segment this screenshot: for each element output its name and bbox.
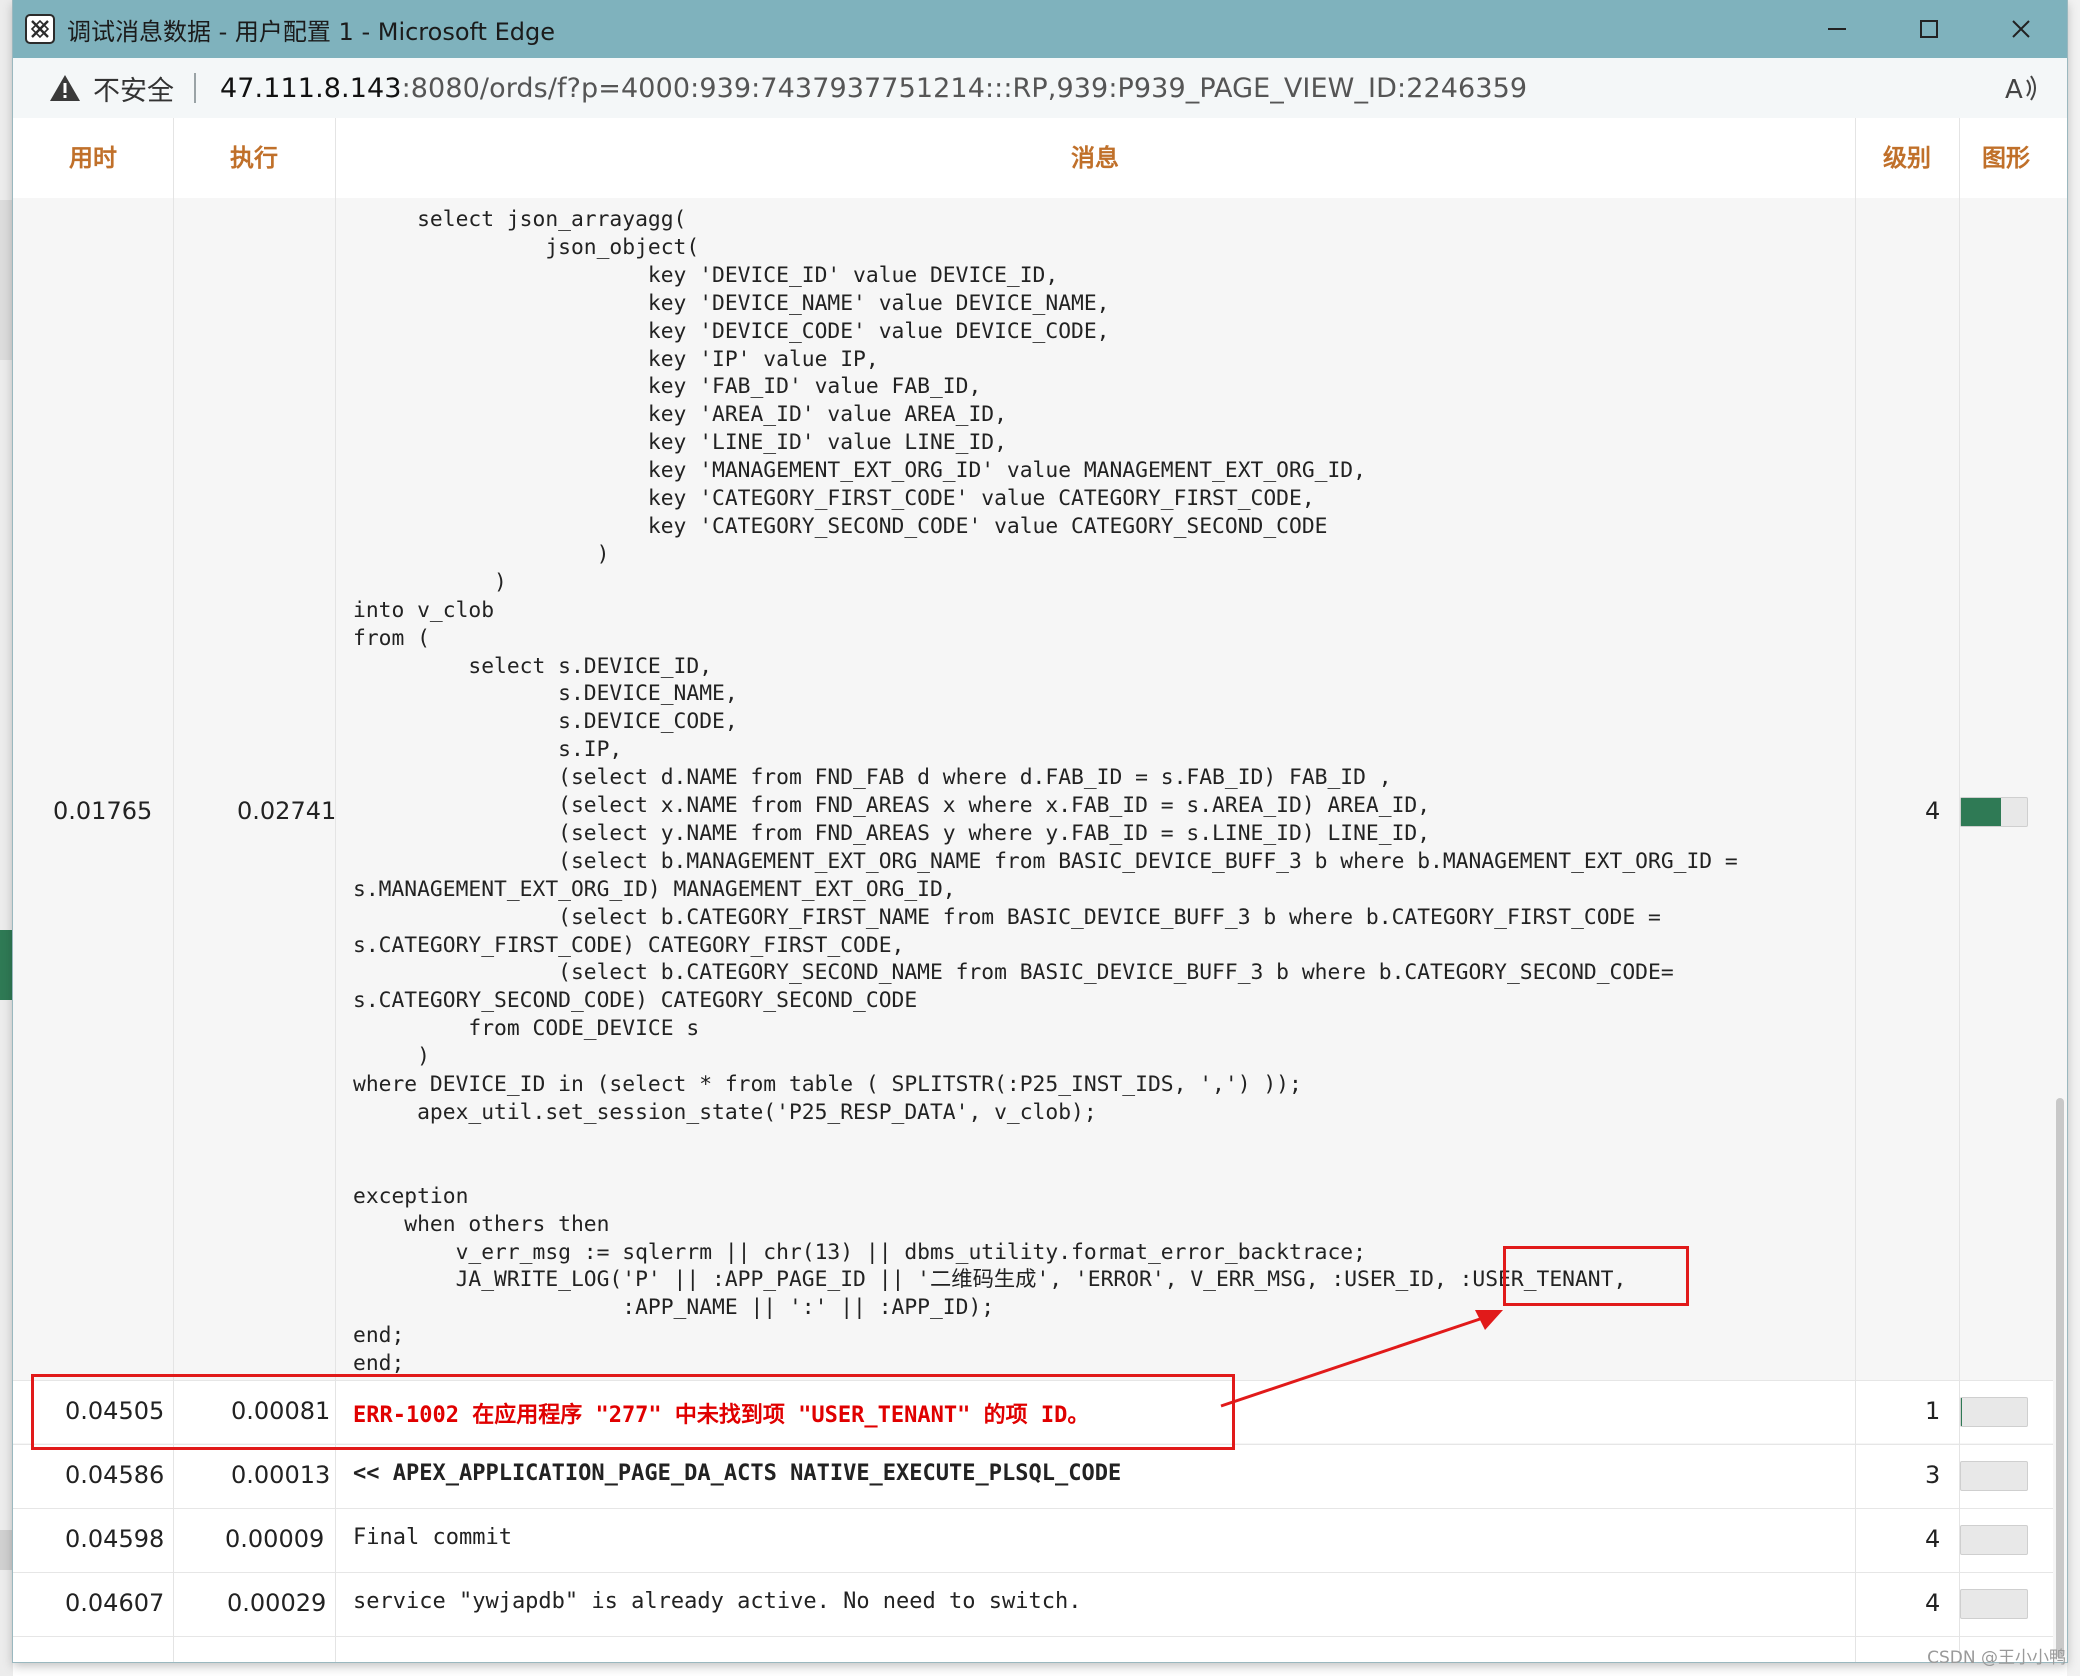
level-cell: 4 [1925, 1525, 1941, 1553]
graph-bar [1960, 1589, 2028, 1619]
header-graph[interactable]: 图形 [1959, 118, 2053, 198]
security-label[interactable]: 不安全 [93, 69, 174, 108]
highlight-error-row [31, 1374, 1235, 1450]
elapsed-cell: 0.04607 [65, 1589, 165, 1617]
table-header: 用时 执行 消息 级别 图形 [13, 118, 2053, 199]
background-page-left [0, 0, 13, 1676]
level-cell: 1 [1925, 1397, 1941, 1425]
table-row: 0.04598 0.00009 Final commit 4 [13, 1508, 2053, 1571]
debug-message-table: 用时 执行 消息 级别 图形 0.01765 0.02741 select js… [13, 118, 2067, 1662]
header-level[interactable]: 级别 [1855, 118, 1959, 198]
graph-bar [1960, 1461, 2028, 1491]
minimize-icon [1828, 28, 1846, 30]
table-row: 0.04586 0.00013 << APEX_APPLICATION_PAGE… [13, 1444, 2053, 1507]
column-divider [1855, 118, 1856, 1662]
url-host: 47.111.8.143 [220, 72, 402, 104]
level-cell: 4 [1925, 797, 1941, 825]
app-icon [25, 14, 55, 44]
level-cell: 3 [1925, 1461, 1941, 1489]
level-cell: 4 [1925, 1589, 1941, 1617]
browser-window: 调试消息数据 - 用户配置 1 - Microsoft Edge 不安全 47.… [13, 0, 2067, 1662]
table-row: 0.01765 0.02741 select json_arrayagg( js… [13, 198, 2053, 1496]
highlight-user-tenant [1503, 1246, 1689, 1306]
maximize-icon [1920, 20, 1938, 38]
column-divider [1959, 118, 1960, 1662]
background-page-right [2067, 0, 2080, 1676]
header-message[interactable]: 消息 [335, 118, 1855, 198]
watermark: CSDN @王小小鸭 [1927, 1648, 2066, 1668]
scrollbar[interactable] [2053, 198, 2067, 1662]
warning-icon[interactable] [49, 73, 81, 103]
execution-cell: 0.00013 [231, 1461, 331, 1489]
message-cell: Final commit [353, 1525, 512, 1550]
graph-fill [1961, 1398, 1963, 1426]
execution-cell: 0.02741 [237, 797, 337, 825]
elapsed-cell: 0.04586 [65, 1461, 165, 1489]
execution-cell: 0.00029 [227, 1589, 327, 1617]
read-aloud-icon[interactable]: A [2003, 72, 2037, 104]
url-text[interactable]: 47.111.8.143:8080/ords/f?p=4000:939:7437… [220, 73, 1527, 104]
close-icon [2012, 20, 2030, 38]
address-divider [194, 73, 196, 103]
graph-bar [1960, 1525, 2028, 1555]
minimize-button[interactable] [1791, 0, 1883, 58]
svg-text:A: A [2005, 75, 2023, 104]
graph-bar [1960, 1397, 2028, 1427]
message-cell: service "ywjapdb" is already active. No … [353, 1589, 1082, 1614]
title-bar: 调试消息数据 - 用户配置 1 - Microsoft Edge [13, 0, 2067, 58]
message-code: select json_arrayagg( json_object( key '… [353, 207, 1738, 1377]
url-path: :8080/ords/f?p=4000:939:7437937751214:::… [401, 72, 1528, 104]
maximize-button[interactable] [1883, 0, 1975, 58]
message-cell: << APEX_APPLICATION_PAGE_DA_ACTS NATIVE_… [353, 1461, 1122, 1486]
execution-cell: 0.00009 [225, 1525, 325, 1553]
graph-bar [1960, 797, 2028, 827]
address-bar[interactable]: 不安全 47.111.8.143:8080/ords/f?p=4000:939:… [13, 58, 2067, 119]
elapsed-cell: 0.04598 [65, 1525, 165, 1553]
graph-fill [1961, 798, 2001, 826]
scrollbar-thumb[interactable] [2056, 1098, 2064, 1658]
header-elapsed[interactable]: 用时 [13, 118, 173, 198]
header-execution[interactable]: 执行 [173, 118, 335, 198]
close-button[interactable] [1975, 0, 2067, 58]
table-row-partial [13, 1636, 2053, 1662]
window-title: 调试消息数据 - 用户配置 1 - Microsoft Edge [67, 17, 555, 46]
window-controls [1791, 0, 2067, 58]
table-row: 0.04607 0.00029 service "ywjapdb" is alr… [13, 1572, 2053, 1635]
elapsed-cell: 0.01765 [53, 797, 153, 825]
